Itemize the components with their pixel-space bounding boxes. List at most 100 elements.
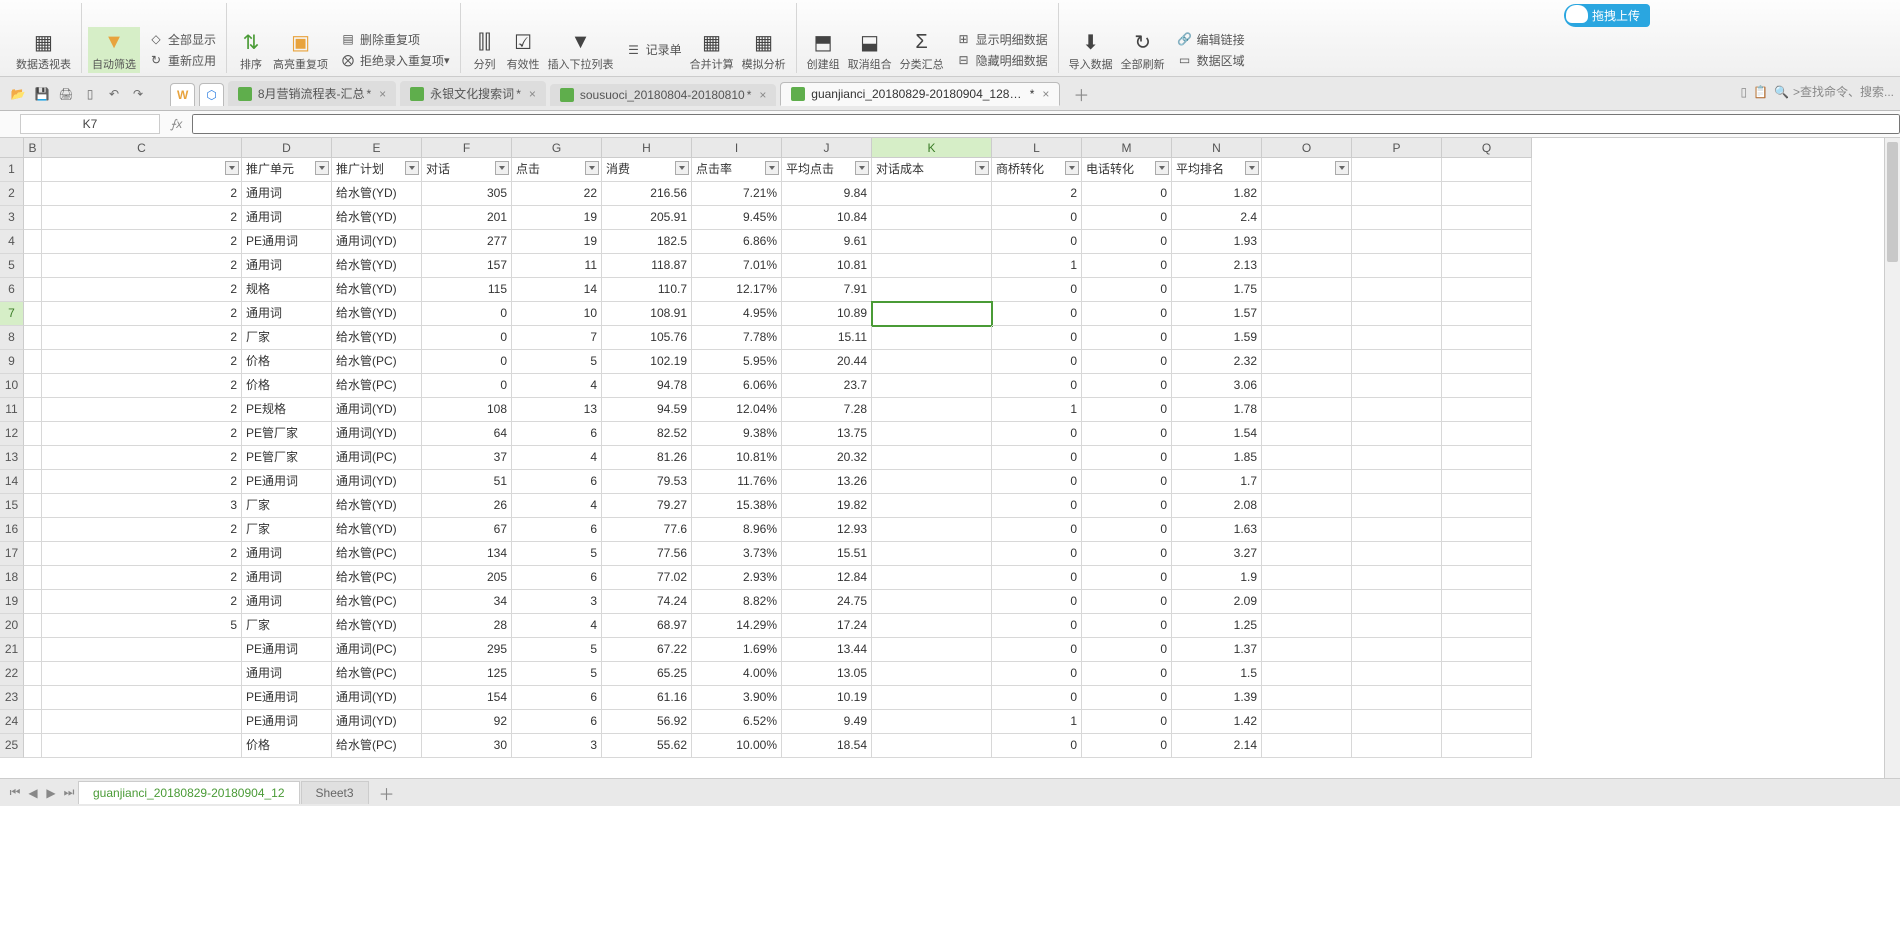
cell[interactable] [42,710,242,734]
cell[interactable]: 0 [992,518,1082,542]
cell[interactable] [1352,182,1442,206]
close-icon[interactable]: × [529,87,536,101]
cell[interactable]: 通用词(YD) [332,686,422,710]
auto-filter-button[interactable]: ▼自动筛选 [88,27,140,73]
cell[interactable]: 6 [512,686,602,710]
row-header[interactable]: 4 [0,230,24,254]
cell[interactable] [872,590,992,614]
cell[interactable]: 13.44 [782,638,872,662]
cell[interactable] [1442,302,1532,326]
cell[interactable]: 19.82 [782,494,872,518]
cell[interactable]: 通用词(YD) [332,422,422,446]
cloud-upload-button[interactable]: ∞拖拽上传 [1564,4,1650,27]
cell[interactable]: 28 [422,614,512,638]
cell[interactable]: 8.82% [692,590,782,614]
cell[interactable]: 给水管(YD) [332,302,422,326]
cell[interactable]: 0 [1082,446,1172,470]
cell[interactable]: 0 [1082,254,1172,278]
cell[interactable] [872,230,992,254]
cell[interactable] [872,326,992,350]
filter-button[interactable] [495,161,509,175]
cell[interactable] [872,638,992,662]
cell[interactable]: 通用词 [242,302,332,326]
cell[interactable]: 13 [512,398,602,422]
cell[interactable]: 154 [422,686,512,710]
cell[interactable]: 79.53 [602,470,692,494]
cell[interactable] [1442,614,1532,638]
cell[interactable]: 9.49 [782,710,872,734]
cell[interactable] [1352,542,1442,566]
cell[interactable] [1262,278,1352,302]
row-header[interactable]: 18 [0,566,24,590]
sheet-nav-first[interactable]: ⏮ [6,785,24,800]
cell[interactable]: 6.52% [692,710,782,734]
cell[interactable]: 0 [1082,710,1172,734]
column-header[interactable]: H [602,138,692,158]
cell[interactable]: 12.04% [692,398,782,422]
cell[interactable]: 0 [1082,566,1172,590]
cell[interactable]: 点击 [512,158,602,182]
cell[interactable]: 77.02 [602,566,692,590]
cell[interactable] [872,542,992,566]
cell[interactable]: 6 [512,566,602,590]
cell[interactable]: 14.29% [692,614,782,638]
filter-button[interactable] [765,161,779,175]
cell[interactable]: 0 [992,422,1082,446]
cell[interactable] [24,662,42,686]
add-tab-button[interactable]: ＋ [1070,82,1092,106]
cell[interactable]: 10.84 [782,206,872,230]
cell[interactable]: 通用词(PC) [332,446,422,470]
cell[interactable] [1442,542,1532,566]
validation-button[interactable]: ☑有效性 [503,27,544,73]
cell[interactable]: 给水管(PC) [332,374,422,398]
cell[interactable]: 通用词 [242,254,332,278]
print-icon[interactable]: 🖨 [57,85,75,103]
cell[interactable] [1352,638,1442,662]
cell[interactable]: 给水管(PC) [332,542,422,566]
cell[interactable]: 0 [1082,518,1172,542]
cell[interactable]: 给水管(YD) [332,182,422,206]
cell[interactable] [1442,638,1532,662]
cell[interactable]: 15.38% [692,494,782,518]
cell[interactable] [42,638,242,662]
cell[interactable]: 给水管(PC) [332,350,422,374]
reapply-button[interactable]: ↻重新应用 [144,50,220,71]
column-header[interactable]: M [1082,138,1172,158]
cell[interactable]: 2 [42,374,242,398]
cell[interactable]: 216.56 [602,182,692,206]
cell[interactable]: 5 [512,638,602,662]
cell[interactable] [1262,398,1352,422]
cell[interactable]: 2.14 [1172,734,1262,758]
cell[interactable] [1352,686,1442,710]
cell[interactable] [1262,566,1352,590]
cell[interactable] [1262,518,1352,542]
cell[interactable]: 通用词 [242,182,332,206]
cell[interactable]: 2.08 [1172,494,1262,518]
filter-button[interactable] [1245,161,1259,175]
column-header[interactable]: K [872,138,992,158]
cell[interactable]: 7.78% [692,326,782,350]
row-header[interactable]: 13 [0,446,24,470]
cell[interactable]: 4 [512,494,602,518]
cell[interactable]: 1.7 [1172,470,1262,494]
close-icon[interactable]: × [379,87,386,101]
cell[interactable] [24,686,42,710]
cell[interactable] [1442,422,1532,446]
cell[interactable]: 给水管(PC) [332,662,422,686]
row-header[interactable]: 17 [0,542,24,566]
row-header[interactable]: 22 [0,662,24,686]
cell[interactable] [872,374,992,398]
edit-link-button[interactable]: 🔗编辑链接 [1173,29,1249,50]
cell[interactable] [1352,206,1442,230]
cell[interactable]: 3.06 [1172,374,1262,398]
cell[interactable]: 10 [512,302,602,326]
cell[interactable]: 205.91 [602,206,692,230]
cell[interactable] [24,470,42,494]
save-icon[interactable]: 💾 [33,85,51,103]
ungroup-button[interactable]: ⬓取消组合 [844,27,896,73]
cell[interactable]: 0 [992,230,1082,254]
consolidate-button[interactable]: ▦合并计算 [686,27,738,73]
cell[interactable]: 1.25 [1172,614,1262,638]
cell[interactable]: 20.44 [782,350,872,374]
show-detail-button[interactable]: ⊞显示明细数据 [952,29,1052,50]
